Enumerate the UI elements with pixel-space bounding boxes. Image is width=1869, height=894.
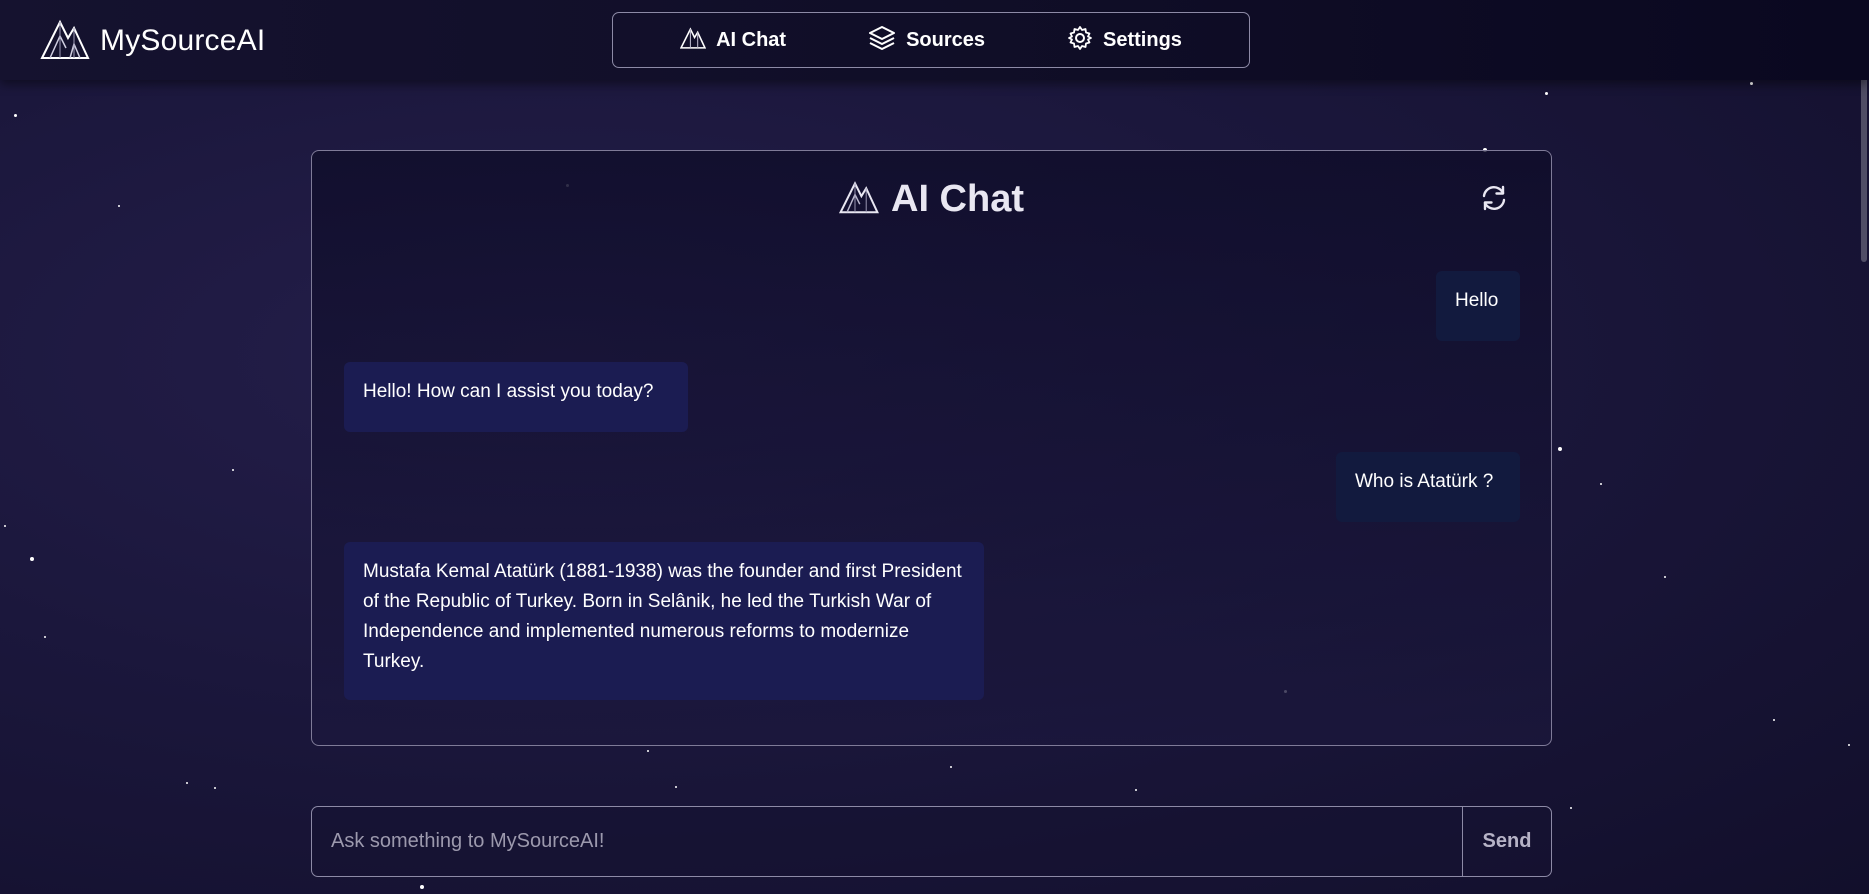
brand-name: MySourceAI — [100, 24, 266, 57]
nav-sources-label: Sources — [906, 28, 986, 51]
chat-header: AI Chat — [312, 175, 1551, 223]
top-bar: MySourceAI AI Chat Sources Settings — [0, 0, 1869, 80]
main-nav: AI Chat Sources Settings — [612, 12, 1250, 68]
nav-settings-label: Settings — [1103, 28, 1182, 51]
send-button[interactable]: Send — [1462, 807, 1551, 876]
user-message: Who is Atatürk ? — [1336, 452, 1520, 522]
chat-panel: AI Chat Hello Hello! How can I assist yo… — [311, 150, 1552, 746]
mountain-logo-icon — [679, 26, 707, 54]
nav-settings[interactable]: Settings — [1067, 25, 1182, 56]
layers-icon — [868, 25, 896, 56]
brand[interactable]: MySourceAI — [40, 19, 265, 63]
message-input[interactable] — [312, 807, 1462, 876]
nav-ai-chat-label: AI Chat — [716, 28, 787, 51]
message-composer: Send — [311, 806, 1552, 877]
refresh-icon — [1479, 183, 1509, 218]
assistant-message: Hello! How can I assist you today? — [344, 362, 688, 432]
chat-title: AI Chat — [891, 177, 1024, 220]
assistant-message: Mustafa Kemal Atatürk (1881-1938) was th… — [344, 542, 984, 700]
mountain-logo-icon — [838, 180, 879, 219]
nav-sources[interactable]: Sources — [868, 25, 985, 56]
refresh-button[interactable] — [1477, 183, 1511, 217]
gear-icon — [1067, 25, 1093, 56]
mountain-logo-icon — [40, 18, 90, 65]
nav-ai-chat[interactable]: AI Chat — [679, 26, 787, 54]
user-message: Hello — [1436, 271, 1520, 341]
